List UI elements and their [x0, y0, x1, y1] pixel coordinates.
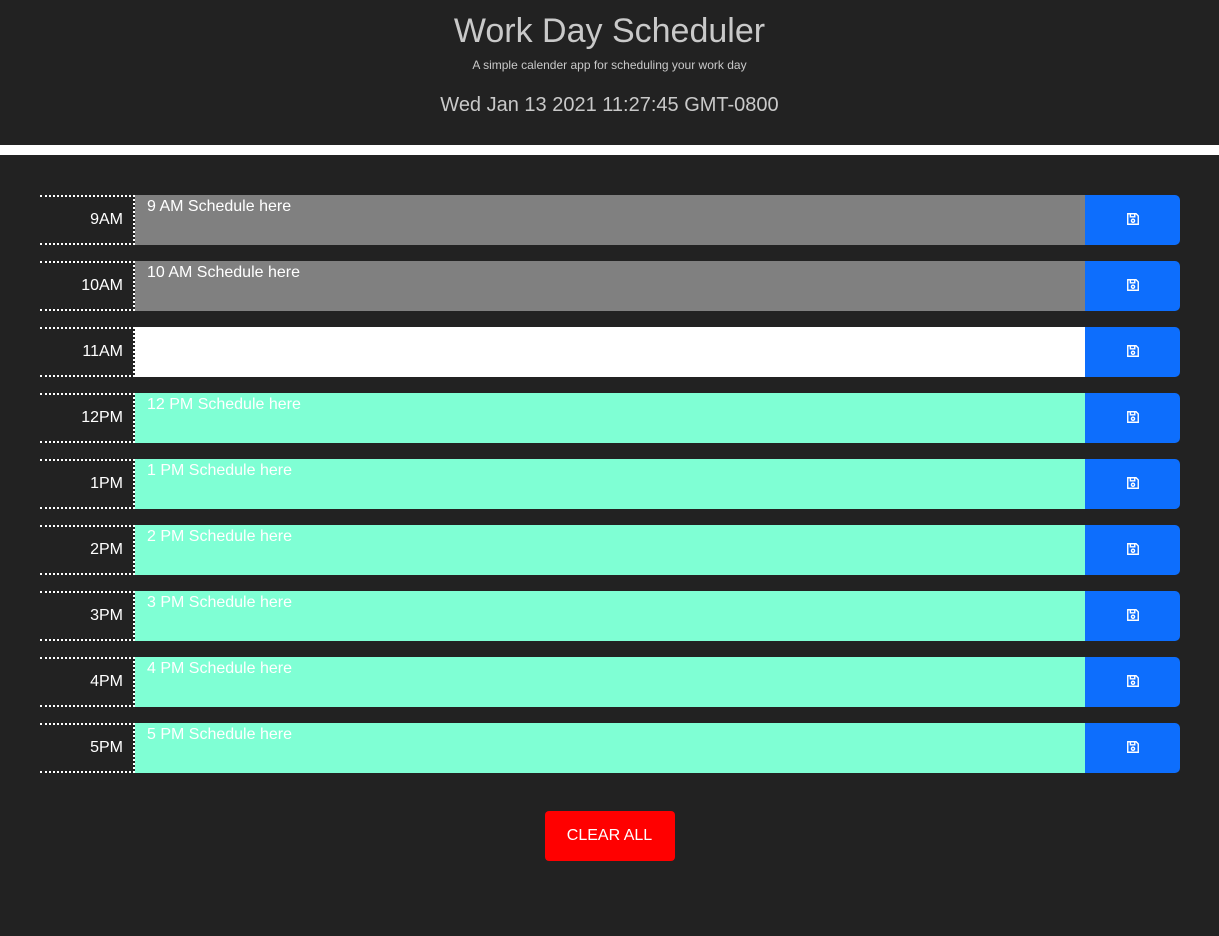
- schedule-input[interactable]: 5 PM Schedule here: [135, 723, 1085, 773]
- floppy-disk-icon: [1126, 608, 1140, 625]
- hour-label: 4PM: [40, 657, 135, 707]
- time-block: 11AM: [40, 327, 1180, 377]
- save-button[interactable]: [1085, 195, 1180, 245]
- schedule-input[interactable]: 12 PM Schedule here: [135, 393, 1085, 443]
- hour-label: 1PM: [40, 459, 135, 509]
- hour-label: 3PM: [40, 591, 135, 641]
- floppy-disk-icon: [1126, 674, 1140, 691]
- floppy-disk-icon: [1126, 344, 1140, 361]
- floppy-disk-icon: [1126, 278, 1140, 295]
- schedule-input[interactable]: 10 AM Schedule here: [135, 261, 1085, 311]
- hour-label: 10AM: [40, 261, 135, 311]
- schedule-input[interactable]: 9 AM Schedule here: [135, 195, 1085, 245]
- schedule-input[interactable]: 4 PM Schedule here: [135, 657, 1085, 707]
- hour-label: 11AM: [40, 327, 135, 377]
- time-block: 9AM 9 AM Schedule here: [40, 195, 1180, 245]
- time-block: 5PM 5 PM Schedule here: [40, 723, 1180, 773]
- time-block: 1PM 1 PM Schedule here: [40, 459, 1180, 509]
- save-button[interactable]: [1085, 591, 1180, 641]
- save-button[interactable]: [1085, 525, 1180, 575]
- header-divider: [0, 145, 1219, 155]
- time-block: 12PM 12 PM Schedule here: [40, 393, 1180, 443]
- save-button[interactable]: [1085, 723, 1180, 773]
- current-day: Wed Jan 13 2021 11:27:45 GMT-0800: [440, 94, 779, 116]
- save-button[interactable]: [1085, 261, 1180, 311]
- schedule-input[interactable]: 2 PM Schedule here: [135, 525, 1085, 575]
- page-subtitle: A simple calender app for scheduling you…: [472, 58, 747, 72]
- clear-all-button[interactable]: CLEAR ALL: [544, 811, 675, 861]
- time-block: 3PM 3 PM Schedule here: [40, 591, 1180, 641]
- schedule-input[interactable]: [135, 327, 1085, 377]
- schedule-input[interactable]: 1 PM Schedule here: [135, 459, 1085, 509]
- hour-label: 12PM: [40, 393, 135, 443]
- floppy-disk-icon: [1126, 212, 1140, 229]
- save-button[interactable]: [1085, 459, 1180, 509]
- floppy-disk-icon: [1126, 740, 1140, 757]
- hour-label: 5PM: [40, 723, 135, 773]
- header: Work Day Scheduler A simple calender app…: [0, 0, 1219, 145]
- schedule-container: 9AM 9 AM Schedule here 10AM 10 AM Schedule …: [40, 195, 1180, 789]
- save-button[interactable]: [1085, 657, 1180, 707]
- schedule-input[interactable]: 3 PM Schedule here: [135, 591, 1085, 641]
- hour-label: 9AM: [40, 195, 135, 245]
- hour-label: 2PM: [40, 525, 135, 575]
- time-block: 10AM 10 AM Schedule here: [40, 261, 1180, 311]
- page-title: Work Day Scheduler: [453, 12, 766, 50]
- floppy-disk-icon: [1126, 410, 1140, 427]
- floppy-disk-icon: [1126, 542, 1140, 559]
- time-block: 4PM 4 PM Schedule here: [40, 657, 1180, 707]
- time-block: 2PM 2 PM Schedule here: [40, 525, 1180, 575]
- clear-wrap: CLEAR ALL: [0, 811, 1219, 861]
- floppy-disk-icon: [1126, 476, 1140, 493]
- save-button[interactable]: [1085, 327, 1180, 377]
- save-button[interactable]: [1085, 393, 1180, 443]
